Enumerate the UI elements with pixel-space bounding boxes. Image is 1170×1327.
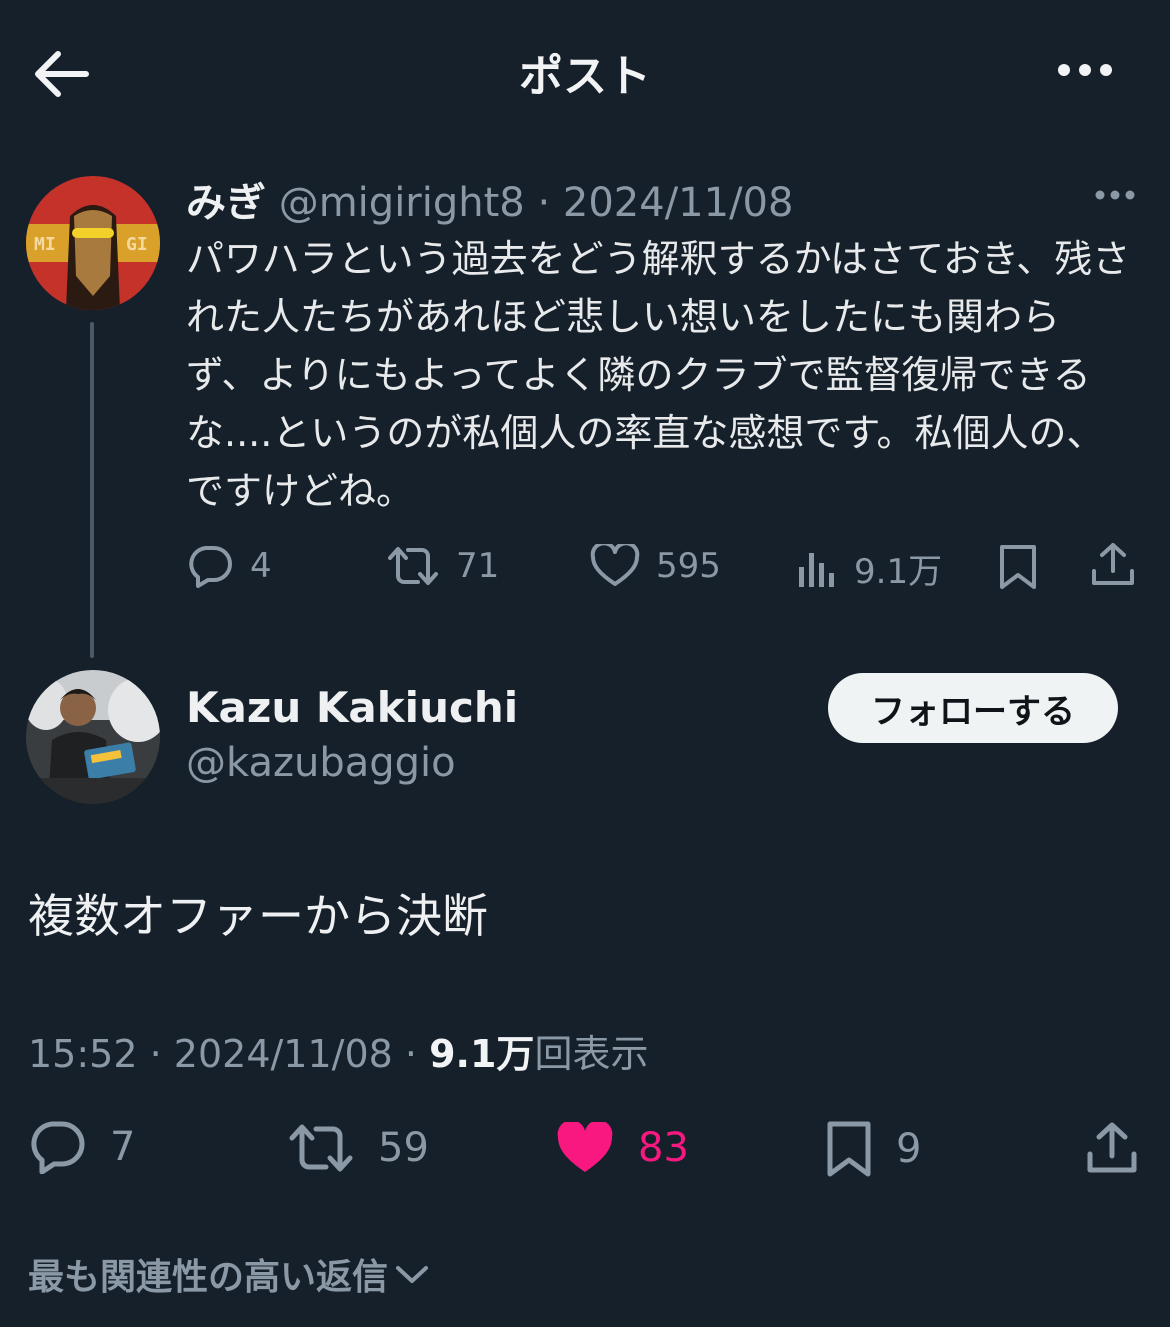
replies-sort-label: 最も関連性の高い返信 xyxy=(28,1257,389,1298)
share-icon xyxy=(1092,543,1134,585)
share-icon xyxy=(1087,1122,1137,1173)
analytics-icon xyxy=(799,552,834,587)
repost-count: 71 xyxy=(456,546,500,586)
views-count: 9.1万 xyxy=(429,1032,535,1076)
repost-icon xyxy=(289,1124,353,1172)
author-handle[interactable]: @kazubaggio xyxy=(186,740,456,786)
post-date: 2024/11/08 xyxy=(562,180,794,226)
page-title: ポスト xyxy=(519,51,651,102)
share-button[interactable] xyxy=(1090,541,1136,589)
more-options-icon[interactable] xyxy=(1056,60,1114,80)
author-name[interactable]: みぎ xyxy=(186,180,266,226)
views-count: 9.1万 xyxy=(854,552,943,592)
avatar-text-right: GI xyxy=(126,234,148,255)
separator-dot: · xyxy=(149,1032,162,1076)
bookmark-button[interactable]: 9 xyxy=(826,1120,921,1178)
tweet-text: パワハラという過去をどう解釈するかはさておき、残された人たちがあれほど悲しい想い… xyxy=(186,237,1131,513)
separator-dot: · xyxy=(404,1032,418,1076)
bookmark-button[interactable] xyxy=(998,543,1038,591)
post-date: 2024/11/08 xyxy=(173,1032,393,1076)
like-count: 83 xyxy=(638,1125,689,1171)
reply-icon xyxy=(189,546,232,588)
avatar[interactable]: MI GI xyxy=(26,176,160,310)
repost-icon xyxy=(388,547,438,585)
views-button[interactable]: 9.1万 xyxy=(796,544,942,593)
chevron-down-icon xyxy=(396,1266,429,1283)
reply-icon xyxy=(31,1121,85,1174)
post-time: 15:52 xyxy=(28,1032,138,1076)
thread-line xyxy=(90,322,94,658)
bookmark-count: 9 xyxy=(896,1126,922,1172)
replies-sort-dropdown[interactable]: 最も関連性の高い返信 xyxy=(28,1248,430,1300)
more-options-icon[interactable] xyxy=(1094,188,1136,202)
reply-count: 4 xyxy=(250,546,272,586)
bookmark-icon xyxy=(827,1121,871,1177)
heart-filled-icon xyxy=(557,1122,613,1172)
reply-count: 7 xyxy=(110,1124,136,1170)
reply-button[interactable]: 4 xyxy=(186,544,272,588)
separator-dot: · xyxy=(537,180,551,226)
tweet-text: 複数オファーから決断 xyxy=(28,889,488,943)
share-button[interactable] xyxy=(1086,1120,1138,1176)
avatar-text-left: MI xyxy=(34,234,56,255)
author-handle[interactable]: @migiright8 xyxy=(279,180,525,226)
bookmark-icon xyxy=(1000,545,1036,589)
repost-button[interactable]: 71 xyxy=(386,544,499,588)
like-count: 595 xyxy=(656,546,721,586)
heart-icon xyxy=(590,544,640,586)
follow-button[interactable]: フォローする xyxy=(828,673,1118,743)
like-button[interactable]: 83 xyxy=(556,1122,689,1174)
repost-button[interactable]: 59 xyxy=(288,1122,429,1174)
avatar[interactable] xyxy=(26,670,160,804)
quoted-header: みぎ @migiright8 · 2024/11/08 xyxy=(186,170,793,228)
post-meta: 15:52 · 2024/11/08 · 9.1万回表示 xyxy=(28,1023,648,1078)
like-button[interactable]: 595 xyxy=(590,544,721,588)
author-name[interactable]: Kazu Kakiuchi xyxy=(186,683,518,732)
reply-button[interactable]: 7 xyxy=(28,1120,135,1174)
views-label: 回表示 xyxy=(534,1032,649,1076)
repost-count: 59 xyxy=(378,1125,429,1171)
